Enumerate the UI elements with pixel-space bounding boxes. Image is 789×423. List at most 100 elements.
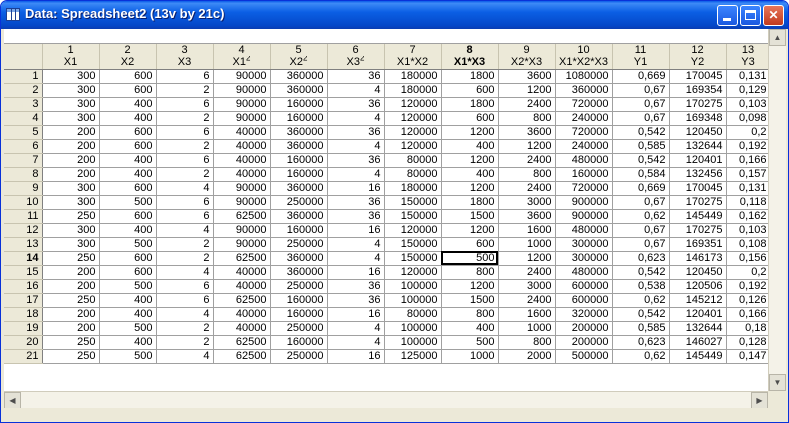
data-cell[interactable]: 16 [327, 223, 385, 238]
data-cell[interactable]: 3600 [498, 125, 556, 140]
data-cell[interactable]: 62500 [213, 293, 271, 308]
data-cell[interactable]: 600 [99, 83, 157, 98]
data-cell[interactable]: 146173 [669, 251, 727, 266]
data-cell[interactable]: 1800 [441, 97, 499, 112]
data-cell[interactable]: 120000 [384, 111, 442, 126]
data-cell[interactable]: 40000 [213, 167, 271, 182]
data-cell[interactable]: 0,18 [726, 321, 771, 336]
data-cell[interactable]: 120450 [669, 125, 727, 140]
data-cell[interactable]: 480000 [555, 265, 613, 280]
data-cell[interactable]: 3600 [498, 209, 556, 224]
data-cell[interactable]: 600000 [555, 279, 613, 294]
row-header[interactable]: 5 [4, 125, 43, 140]
row-header[interactable]: 11 [4, 209, 43, 224]
data-cell[interactable]: 200 [42, 167, 100, 182]
data-cell[interactable]: 125000 [384, 349, 442, 364]
data-cell[interactable]: 4 [327, 111, 385, 126]
data-cell[interactable]: 300 [42, 237, 100, 252]
data-cell[interactable]: 1000 [498, 237, 556, 252]
data-cell[interactable]: 132644 [669, 139, 727, 154]
data-cell[interactable]: 90000 [213, 223, 271, 238]
data-cell[interactable]: 3000 [498, 195, 556, 210]
row-header[interactable]: 12 [4, 223, 43, 238]
data-cell[interactable]: 90000 [213, 83, 271, 98]
data-cell[interactable]: 16 [327, 265, 385, 280]
data-cell[interactable]: 0,147 [726, 349, 771, 364]
column-number[interactable]: 5 [270, 43, 328, 56]
data-cell[interactable]: 160000 [270, 293, 328, 308]
data-cell[interactable]: 6 [156, 279, 214, 294]
data-cell[interactable]: 160000 [270, 111, 328, 126]
data-cell[interactable]: 120000 [384, 97, 442, 112]
data-cell[interactable]: 90000 [213, 181, 271, 196]
data-cell[interactable]: 600 [99, 181, 157, 196]
data-cell[interactable]: 2400 [498, 153, 556, 168]
data-cell[interactable]: 1200 [498, 251, 556, 266]
data-cell[interactable]: 480000 [555, 223, 613, 238]
data-cell[interactable]: 4 [327, 167, 385, 182]
data-cell[interactable]: 120450 [669, 265, 727, 280]
horizontal-scrollbar[interactable]: ◀ ▶ [4, 391, 768, 409]
data-cell[interactable]: 0,166 [726, 153, 771, 168]
vertical-scrollbar[interactable]: ▲ ▼ [768, 29, 786, 391]
data-cell[interactable]: 2 [156, 335, 214, 350]
data-cell[interactable]: 320000 [555, 307, 613, 322]
data-cell[interactable]: 36 [327, 195, 385, 210]
data-grid[interactable]: 1 2 3 4 5 6 7 8 9 10 11 12 13 X1 X2 X3 X12 X22 X32 X1*X2 X1*… [4, 29, 785, 391]
data-cell[interactable]: 300 [42, 223, 100, 238]
data-cell[interactable]: 0,542 [612, 153, 670, 168]
data-cell[interactable]: 120506 [669, 279, 727, 294]
data-cell[interactable]: 62500 [213, 349, 271, 364]
data-cell[interactable]: 0,62 [612, 209, 670, 224]
data-cell[interactable]: 169354 [669, 83, 727, 98]
data-cell[interactable]: 1200 [441, 125, 499, 140]
data-cell[interactable]: 0,62 [612, 349, 670, 364]
column-header[interactable]: X2 [99, 55, 157, 70]
data-cell[interactable]: 800 [441, 265, 499, 280]
data-cell[interactable]: 145449 [669, 349, 727, 364]
data-cell[interactable]: 90000 [213, 97, 271, 112]
data-cell[interactable]: 180000 [384, 69, 442, 84]
data-cell[interactable]: 200 [42, 265, 100, 280]
data-cell[interactable]: 170275 [669, 223, 727, 238]
row-header[interactable]: 8 [4, 167, 43, 182]
data-cell[interactable]: 400 [99, 307, 157, 322]
data-cell[interactable]: 1080000 [555, 69, 613, 84]
data-cell[interactable]: 600 [99, 265, 157, 280]
data-cell[interactable]: 3000 [498, 279, 556, 294]
data-cell[interactable]: 300 [42, 181, 100, 196]
data-cell[interactable]: 36 [327, 125, 385, 140]
data-cell[interactable]: 4 [327, 237, 385, 252]
data-cell[interactable]: 2 [156, 139, 214, 154]
title-bar[interactable]: Data: Spreadsheet2 (13v by 21c) ✕ [1, 1, 788, 29]
data-cell[interactable]: 36 [327, 293, 385, 308]
data-cell[interactable]: 4 [327, 139, 385, 154]
data-cell[interactable]: 100000 [384, 279, 442, 294]
data-cell[interactable]: 150000 [384, 237, 442, 252]
row-header[interactable]: 17 [4, 293, 43, 308]
data-cell[interactable]: 0,542 [612, 307, 670, 322]
row-header[interactable]: 4 [4, 111, 43, 126]
data-cell[interactable]: 1200 [441, 181, 499, 196]
data-cell[interactable]: 0,67 [612, 83, 670, 98]
data-cell[interactable]: 360000 [555, 83, 613, 98]
data-cell[interactable]: 400 [99, 223, 157, 238]
data-cell[interactable]: 0,103 [726, 97, 771, 112]
data-cell[interactable]: 1200 [441, 223, 499, 238]
data-cell[interactable]: 100000 [384, 335, 442, 350]
data-cell[interactable]: 200 [42, 153, 100, 168]
data-cell[interactable]: 720000 [555, 125, 613, 140]
data-cell[interactable]: 0,162 [726, 209, 771, 224]
data-cell[interactable]: 250 [42, 251, 100, 266]
data-cell[interactable]: 2000 [498, 349, 556, 364]
data-cell[interactable]: 6 [156, 69, 214, 84]
data-cell[interactable]: 4 [156, 223, 214, 238]
data-cell[interactable]: 400 [99, 153, 157, 168]
data-cell[interactable]: 0,67 [612, 195, 670, 210]
column-number[interactable]: 12 [669, 43, 727, 56]
data-cell[interactable]: 2 [156, 321, 214, 336]
column-header[interactable]: X3 [156, 55, 214, 70]
column-number[interactable]: 9 [498, 43, 556, 56]
data-cell[interactable]: 0,538 [612, 279, 670, 294]
data-cell[interactable]: 200 [42, 279, 100, 294]
